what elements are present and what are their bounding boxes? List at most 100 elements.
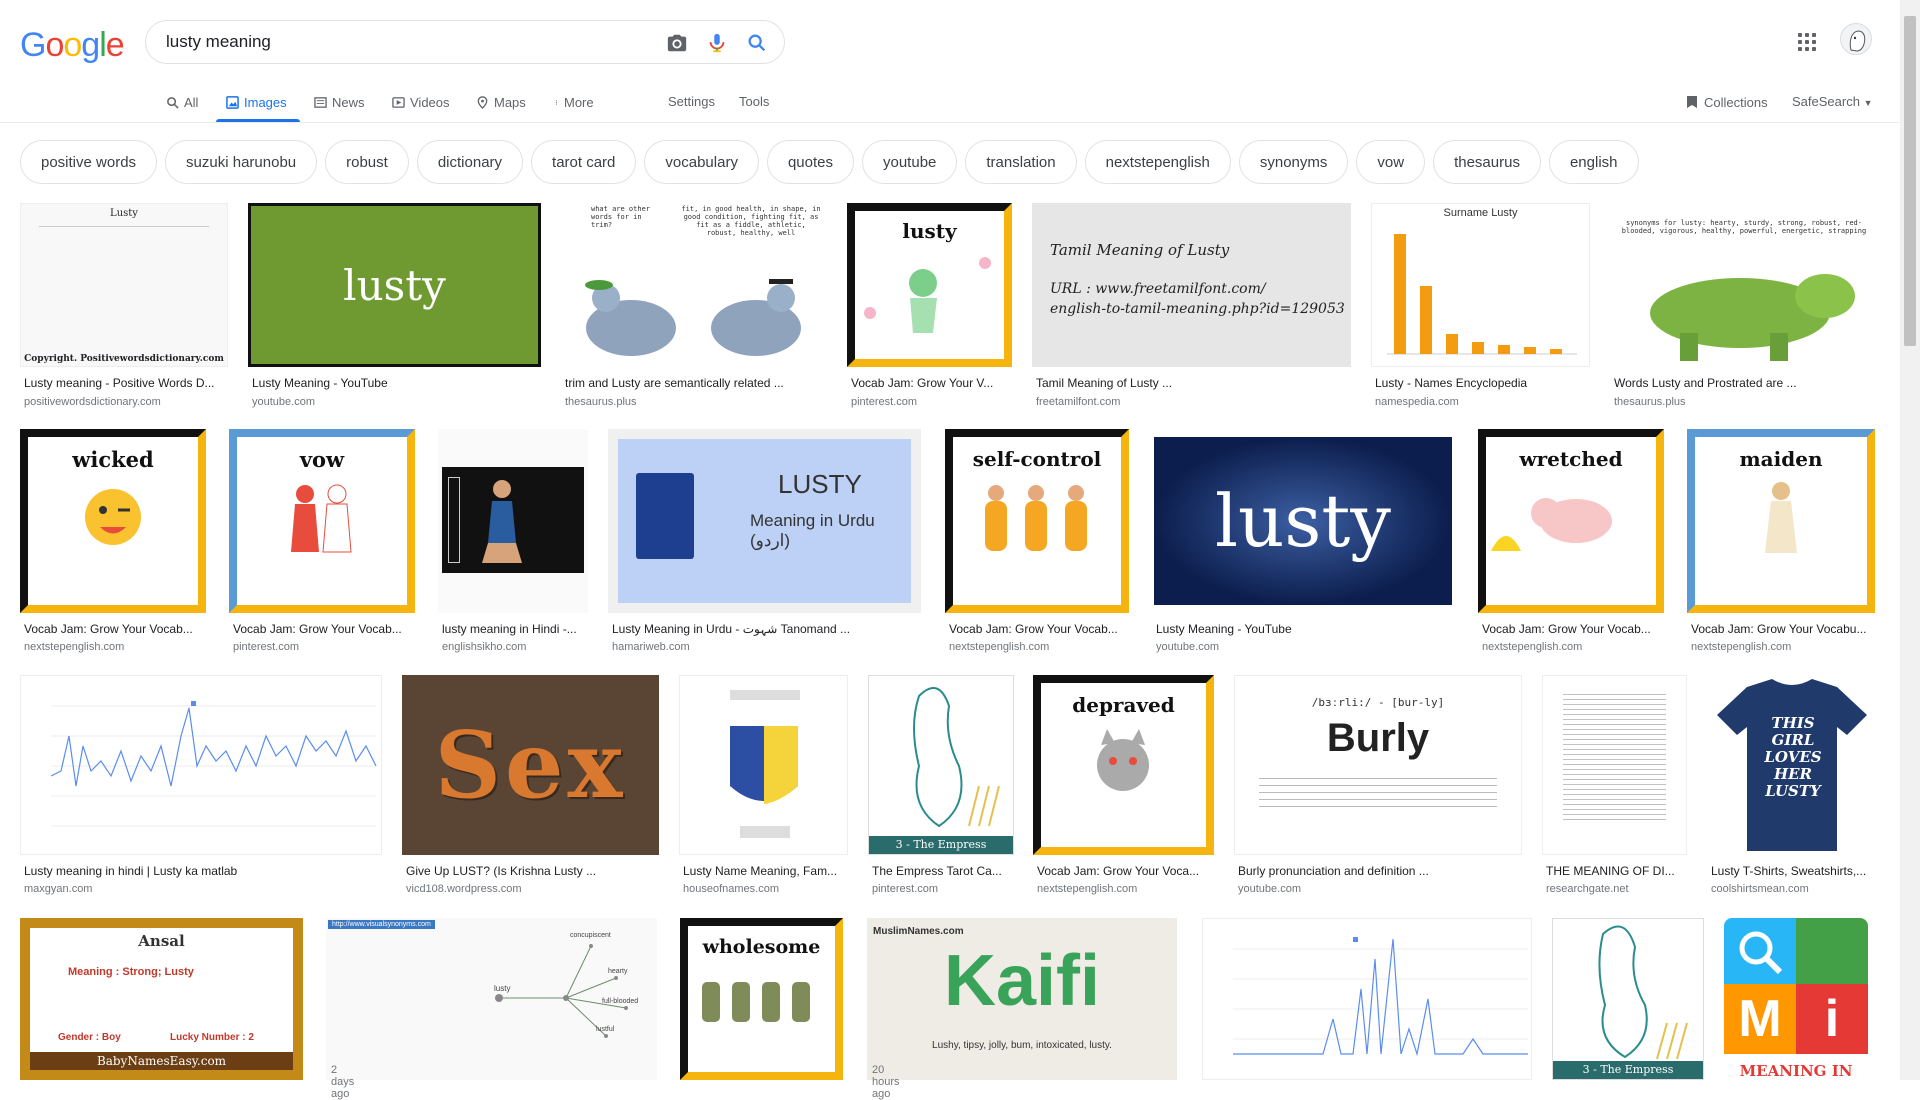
result-thumbnail[interactable]: Sex bbox=[402, 675, 659, 855]
result-thumbnail[interactable]: /bɜːrli:/ - [bur-ly] Burly bbox=[1234, 675, 1522, 855]
result-site[interactable]: youtube.com bbox=[1156, 641, 1219, 653]
tab-more[interactable]: More bbox=[554, 90, 594, 114]
avatar[interactable] bbox=[1840, 23, 1872, 55]
result-site[interactable]: englishsikho.com bbox=[442, 641, 526, 653]
result-thumbnail[interactable]: Lusty Copyright. Positivewordsdictionary… bbox=[20, 203, 228, 367]
result-title[interactable]: Give Up LUST? (Is Krishna Lusty ... bbox=[406, 864, 659, 878]
result-title[interactable]: lusty meaning in Hindi -... bbox=[442, 622, 588, 636]
result-thumbnail[interactable]: vow bbox=[229, 429, 415, 613]
result-title[interactable]: Vocab Jam: Grow Your V... bbox=[851, 376, 1012, 390]
result-thumbnail[interactable]: maiden bbox=[1687, 429, 1875, 613]
result-site[interactable]: maxgyan.com bbox=[24, 883, 92, 895]
chip[interactable]: thesaurus bbox=[1433, 140, 1541, 184]
result-title[interactable]: Lusty meaning - Positive Words D... bbox=[24, 376, 228, 390]
result-site[interactable]: coolshirtsmean.com bbox=[1711, 883, 1809, 895]
result-thumbnail[interactable]: LUSTY Meaning in Urdu (اردو) bbox=[608, 429, 921, 613]
result-site[interactable]: namespedia.com bbox=[1375, 396, 1459, 408]
result-thumbnail[interactable]: Tamil Meaning of Lusty URL : www.freetam… bbox=[1032, 203, 1351, 367]
search-input[interactable] bbox=[166, 21, 626, 63]
result-site[interactable]: hamariweb.com bbox=[612, 641, 690, 653]
result-thumbnail[interactable]: MuslimNames.com Kaifi Lushy, tipsy, joll… bbox=[867, 918, 1177, 1080]
chip[interactable]: suzuki harunobu bbox=[165, 140, 318, 184]
result-site[interactable]: youtube.com bbox=[252, 396, 315, 408]
result-title[interactable]: Lusty T-Shirts, Sweatshirts,... bbox=[1711, 864, 1878, 878]
chip[interactable]: vow bbox=[1356, 140, 1426, 184]
result-title[interactable]: Lusty Meaning - YouTube bbox=[1156, 622, 1454, 636]
safesearch-dropdown[interactable]: SafeSearch ▼ bbox=[1792, 90, 1872, 114]
result-site[interactable]: pinterest.com bbox=[851, 396, 917, 408]
result-site[interactable]: thesaurus.plus bbox=[565, 396, 637, 408]
tab-images[interactable]: Images bbox=[226, 90, 287, 114]
result-title[interactable]: Lusty Meaning in Urdu - شہوت Tanomand ..… bbox=[612, 622, 921, 636]
tab-news[interactable]: News bbox=[314, 90, 365, 114]
result-site[interactable]: houseofnames.com bbox=[683, 883, 779, 895]
chip[interactable]: positive words bbox=[20, 140, 158, 184]
result-thumbnail[interactable]: lusty bbox=[248, 203, 541, 367]
google-logo[interactable]: Google bbox=[20, 26, 125, 65]
result-site[interactable]: nextstepenglish.com bbox=[1482, 641, 1582, 653]
result-thumbnail[interactable]: lusty bbox=[847, 203, 1012, 367]
camera-icon[interactable] bbox=[666, 32, 688, 54]
result-title[interactable]: Lusty - Names Encyclopedia bbox=[1375, 376, 1590, 390]
result-thumbnail[interactable]: depraved bbox=[1033, 675, 1214, 855]
result-thumbnail[interactable]: THIS GIRL LOVES HER LUSTY bbox=[1707, 675, 1878, 855]
tab-all[interactable]: All bbox=[166, 90, 198, 114]
result-site[interactable]: pinterest.com bbox=[872, 883, 938, 895]
chip[interactable]: english bbox=[1548, 140, 1639, 184]
result-site[interactable]: freetamilfont.com bbox=[1036, 396, 1120, 408]
chip[interactable]: synonyms bbox=[1238, 140, 1349, 184]
result-title[interactable]: Vocab Jam: Grow Your Vocabu... bbox=[1691, 622, 1875, 636]
result-thumbnail[interactable]: 3 - The Empress bbox=[1552, 918, 1704, 1080]
scrollbar-thumb[interactable] bbox=[1904, 16, 1916, 346]
page-scrollbar[interactable] bbox=[1900, 0, 1920, 1080]
result-site[interactable]: nextstepenglish.com bbox=[949, 641, 1049, 653]
result-site[interactable]: researchgate.net bbox=[1546, 883, 1629, 895]
result-site[interactable]: nextstepenglish.com bbox=[24, 641, 124, 653]
result-thumbnail[interactable]: what are other words for in trim? fit, i… bbox=[561, 203, 827, 367]
chip[interactable]: robust bbox=[325, 140, 409, 184]
result-thumbnail[interactable]: wicked bbox=[20, 429, 206, 613]
result-site[interactable]: positivewordsdictionary.com bbox=[24, 396, 161, 408]
result-title[interactable]: Tamil Meaning of Lusty ... bbox=[1036, 376, 1351, 390]
result-title[interactable]: Lusty Meaning - YouTube bbox=[252, 376, 541, 390]
result-thumbnail[interactable] bbox=[1202, 918, 1532, 1080]
result-title[interactable]: trim and Lusty are semantically related … bbox=[565, 376, 827, 390]
chip[interactable]: youtube bbox=[862, 140, 958, 184]
search-icon[interactable] bbox=[746, 32, 768, 54]
result-title[interactable]: Words Lusty and Prostrated are ... bbox=[1614, 376, 1878, 390]
result-thumbnail[interactable] bbox=[20, 675, 382, 855]
result-title[interactable]: Vocab Jam: Grow Your Voca... bbox=[1037, 864, 1214, 878]
result-title[interactable]: THE MEANING OF DI... bbox=[1546, 864, 1687, 878]
chip[interactable]: translation bbox=[965, 140, 1077, 184]
result-title[interactable]: Vocab Jam: Grow Your Vocab... bbox=[24, 622, 206, 636]
result-title[interactable]: Lusty Name Meaning, Fam... bbox=[683, 864, 848, 878]
result-site[interactable]: vicd108.wordpress.com bbox=[406, 883, 522, 895]
result-title[interactable]: Lusty meaning in hindi | Lusty ka matlab bbox=[24, 864, 382, 878]
tab-videos[interactable]: Videos bbox=[392, 90, 450, 114]
result-site[interactable]: nextstepenglish.com bbox=[1691, 641, 1791, 653]
chip[interactable]: quotes bbox=[766, 140, 854, 184]
settings-link[interactable]: Settings bbox=[668, 90, 715, 114]
chip[interactable]: tarot card bbox=[531, 140, 637, 184]
chip[interactable]: dictionary bbox=[416, 140, 524, 184]
result-thumbnail[interactable]: synonyms for lusty: hearty, sturdy, stro… bbox=[1610, 203, 1878, 367]
result-thumbnail[interactable]: 3 - The Empress bbox=[868, 675, 1014, 855]
tab-maps[interactable]: Maps bbox=[476, 90, 526, 114]
result-thumbnail[interactable]: Ansal Meaning : Strong; Lusty Gender : B… bbox=[20, 918, 303, 1080]
result-title[interactable]: The Empress Tarot Ca... bbox=[872, 864, 1014, 878]
result-thumbnail[interactable]: wretched bbox=[1478, 429, 1664, 613]
apps-grid-icon[interactable] bbox=[1798, 33, 1816, 51]
result-site[interactable]: pinterest.com bbox=[233, 641, 299, 653]
result-thumbnail[interactable]: lusty bbox=[1152, 429, 1454, 613]
result-thumbnail[interactable] bbox=[438, 429, 588, 613]
result-site[interactable]: thesaurus.plus bbox=[1614, 396, 1686, 408]
result-title[interactable]: Burly pronunciation and definition ... bbox=[1238, 864, 1522, 878]
result-title[interactable]: Vocab Jam: Grow Your Vocab... bbox=[949, 622, 1129, 636]
tools-link[interactable]: Tools bbox=[739, 90, 769, 114]
result-site[interactable]: youtube.com bbox=[1238, 883, 1301, 895]
result-site[interactable]: nextstepenglish.com bbox=[1037, 883, 1137, 895]
microphone-icon[interactable] bbox=[706, 32, 728, 54]
result-title[interactable]: Vocab Jam: Grow Your Vocab... bbox=[233, 622, 415, 636]
result-thumbnail[interactable]: http://www.visualsynonyms.com concupisce… bbox=[326, 918, 657, 1080]
collections-link[interactable]: Collections bbox=[1686, 90, 1768, 114]
